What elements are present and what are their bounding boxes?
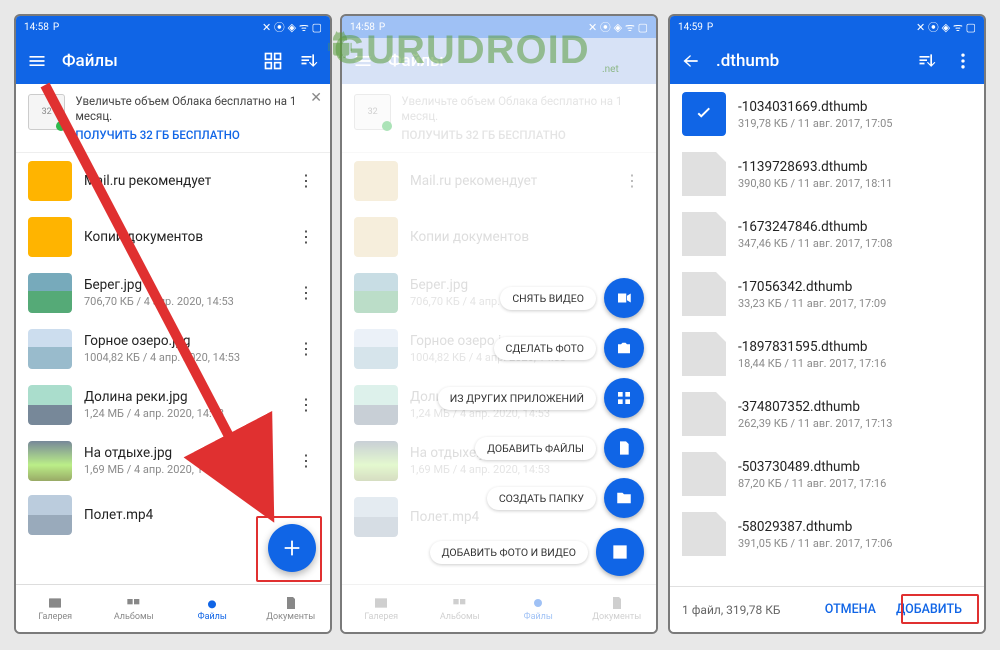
image-icon xyxy=(596,528,644,576)
list-item[interactable]: Mail.ru рекомендует ⋮ xyxy=(16,153,330,209)
list-item[interactable]: Долина реки.jpg1,24 МБ / 4 апр. 2020, 14… xyxy=(16,377,330,433)
file-list: Mail.ru рекомендует ⋮ Копии документов ⋮… xyxy=(16,153,330,541)
file-icon xyxy=(682,512,726,556)
file-icon xyxy=(682,392,726,436)
status-icons: ✕ ⦿ ◈ ᯤ ▢ xyxy=(262,19,322,35)
list-item[interactable]: -1139728693.dthumb390,80 КБ / 11 авг. 20… xyxy=(670,144,984,204)
page-title: .dthumb xyxy=(716,51,902,71)
list-item[interactable]: -1897831595.dthumb18,44 КБ / 11 авг. 201… xyxy=(670,324,984,384)
nav-files[interactable]: Файлы xyxy=(173,585,252,632)
close-icon[interactable]: ✕ xyxy=(310,90,322,106)
screen-3: 14:59P ✕ ⦿ ◈ ᯤ ▢ .dthumb -1034031669.dth… xyxy=(668,14,986,634)
app-bar: Файлы xyxy=(16,38,330,84)
more-icon[interactable]: ⋮ xyxy=(294,227,318,246)
promo-text: Увеличьте объем Облака бесплатно на 1 ме… xyxy=(75,94,318,124)
file-icon xyxy=(682,452,726,496)
more-icon[interactable]: ⋮ xyxy=(294,283,318,302)
watermark-text: GURUDROID xyxy=(334,28,590,73)
folder-icon xyxy=(28,217,72,257)
promo-cta[interactable]: ПОЛУЧИТЬ 32 ГБ БЕСПЛАТНО xyxy=(75,128,318,142)
fab-action-create-folder[interactable]: СОЗДАТЬ ПАПКУ xyxy=(487,478,644,518)
list-item[interactable]: На отдыхе.jpg1,69 МБ / 4 апр. 2020, 14:5… xyxy=(16,433,330,489)
file-icon xyxy=(682,212,726,256)
list-item[interactable]: -1673247846.dthumb347,46 КБ / 11 авг. 20… xyxy=(670,204,984,264)
list-item[interactable]: -1034031669.dthumb319,78 КБ / 11 авг. 20… xyxy=(670,84,984,144)
fab-action-other-apps[interactable]: ИЗ ДРУГИХ ПРИЛОЖЕНИЙ xyxy=(438,378,644,418)
page-title: Файлы xyxy=(62,51,248,71)
fab-action-add-files[interactable]: ДОБАВИТЬ ФАЙЛЫ xyxy=(475,428,644,468)
list-item[interactable]: Берег.jpg706,70 КБ / 4 апр. 2020, 14:53 … xyxy=(16,265,330,321)
fab-action-photo[interactable]: СДЕЛАТЬ ФОТО xyxy=(494,328,644,368)
fab-menu: СНЯТЬ ВИДЕО СДЕЛАТЬ ФОТО ИЗ ДРУГИХ ПРИЛО… xyxy=(430,278,644,576)
screen-1: 14:58P ✕ ⦿ ◈ ᯤ ▢ Файлы 32 Увеличьте объе… xyxy=(14,14,332,634)
list-item[interactable]: Копии документов ⋮ xyxy=(16,209,330,265)
list-item[interactable]: -374807352.dthumb262,39 КБ / 11 авг. 201… xyxy=(670,384,984,444)
grid-view-icon[interactable] xyxy=(262,50,284,72)
video-icon xyxy=(604,278,644,318)
fab-add-button[interactable] xyxy=(268,524,316,572)
status-bar: 14:59P ✕ ⦿ ◈ ᯤ ▢ xyxy=(670,16,984,38)
selection-info: 1 файл, 319,78 КБ xyxy=(682,603,815,617)
bottom-nav: Галерея Альбомы Файлы Документы xyxy=(16,584,330,632)
list-item[interactable]: -17056342.dthumb33,23 КБ / 11 авг. 2017,… xyxy=(670,264,984,324)
list-item[interactable]: -58029387.dthumb391,05 КБ / 11 авг. 2017… xyxy=(670,504,984,564)
image-thumbnail xyxy=(28,273,72,313)
more-icon[interactable]: ⋮ xyxy=(294,395,318,414)
more-icon[interactable] xyxy=(952,50,974,72)
image-thumbnail xyxy=(28,495,72,535)
apps-icon xyxy=(604,378,644,418)
image-thumbnail xyxy=(28,329,72,369)
folder-add-icon xyxy=(604,478,644,518)
list-item[interactable]: Горное озеро.jpg1004,82 КБ / 4 апр. 2020… xyxy=(16,321,330,377)
sd-card-icon: 32 xyxy=(28,94,65,130)
more-icon[interactable]: ⋮ xyxy=(294,339,318,358)
cancel-button[interactable]: ОТМЕНА xyxy=(815,596,886,623)
file-icon xyxy=(682,272,726,316)
file-icon xyxy=(682,152,726,196)
watermark-subtext: .net xyxy=(602,64,619,75)
image-thumbnail xyxy=(28,385,72,425)
file-list: -1034031669.dthumb319,78 КБ / 11 авг. 20… xyxy=(670,84,984,564)
promo-banner: 32 Увеличьте объем Облака бесплатно на 1… xyxy=(16,84,330,153)
file-icon xyxy=(682,332,726,376)
more-icon[interactable]: ⋮ xyxy=(294,171,318,190)
nav-gallery[interactable]: Галерея xyxy=(16,585,95,632)
menu-icon[interactable] xyxy=(26,50,48,72)
fab-action-video[interactable]: СНЯТЬ ВИДЕО xyxy=(500,278,644,318)
checkbox-checked-icon[interactable] xyxy=(682,92,726,136)
nav-docs[interactable]: Документы xyxy=(252,585,331,632)
selection-footer: 1 файл, 319,78 КБ ОТМЕНА ДОБАВИТЬ xyxy=(670,586,984,632)
list-item[interactable]: -503730489.dthumb87,20 КБ / 11 авг. 2017… xyxy=(670,444,984,504)
back-icon[interactable] xyxy=(680,50,702,72)
status-bar: 14:58P ✕ ⦿ ◈ ᯤ ▢ xyxy=(16,16,330,38)
add-button[interactable]: ДОБАВИТЬ xyxy=(886,596,972,623)
sort-icon[interactable] xyxy=(916,50,938,72)
folder-icon xyxy=(28,161,72,201)
nav-albums[interactable]: Альбомы xyxy=(95,585,174,632)
more-icon[interactable]: ⋮ xyxy=(294,451,318,470)
image-thumbnail xyxy=(28,441,72,481)
fab-action-add-media[interactable]: ДОБАВИТЬ ФОТО И ВИДЕО xyxy=(430,528,644,576)
file-icon xyxy=(604,428,644,468)
screen-2: 14:58P ✕ ⦿ ◈ ᯤ ▢ Файлы 32 Увеличьте объе… xyxy=(340,14,658,634)
app-bar: .dthumb xyxy=(670,38,984,84)
sort-icon[interactable] xyxy=(298,50,320,72)
camera-icon xyxy=(604,328,644,368)
